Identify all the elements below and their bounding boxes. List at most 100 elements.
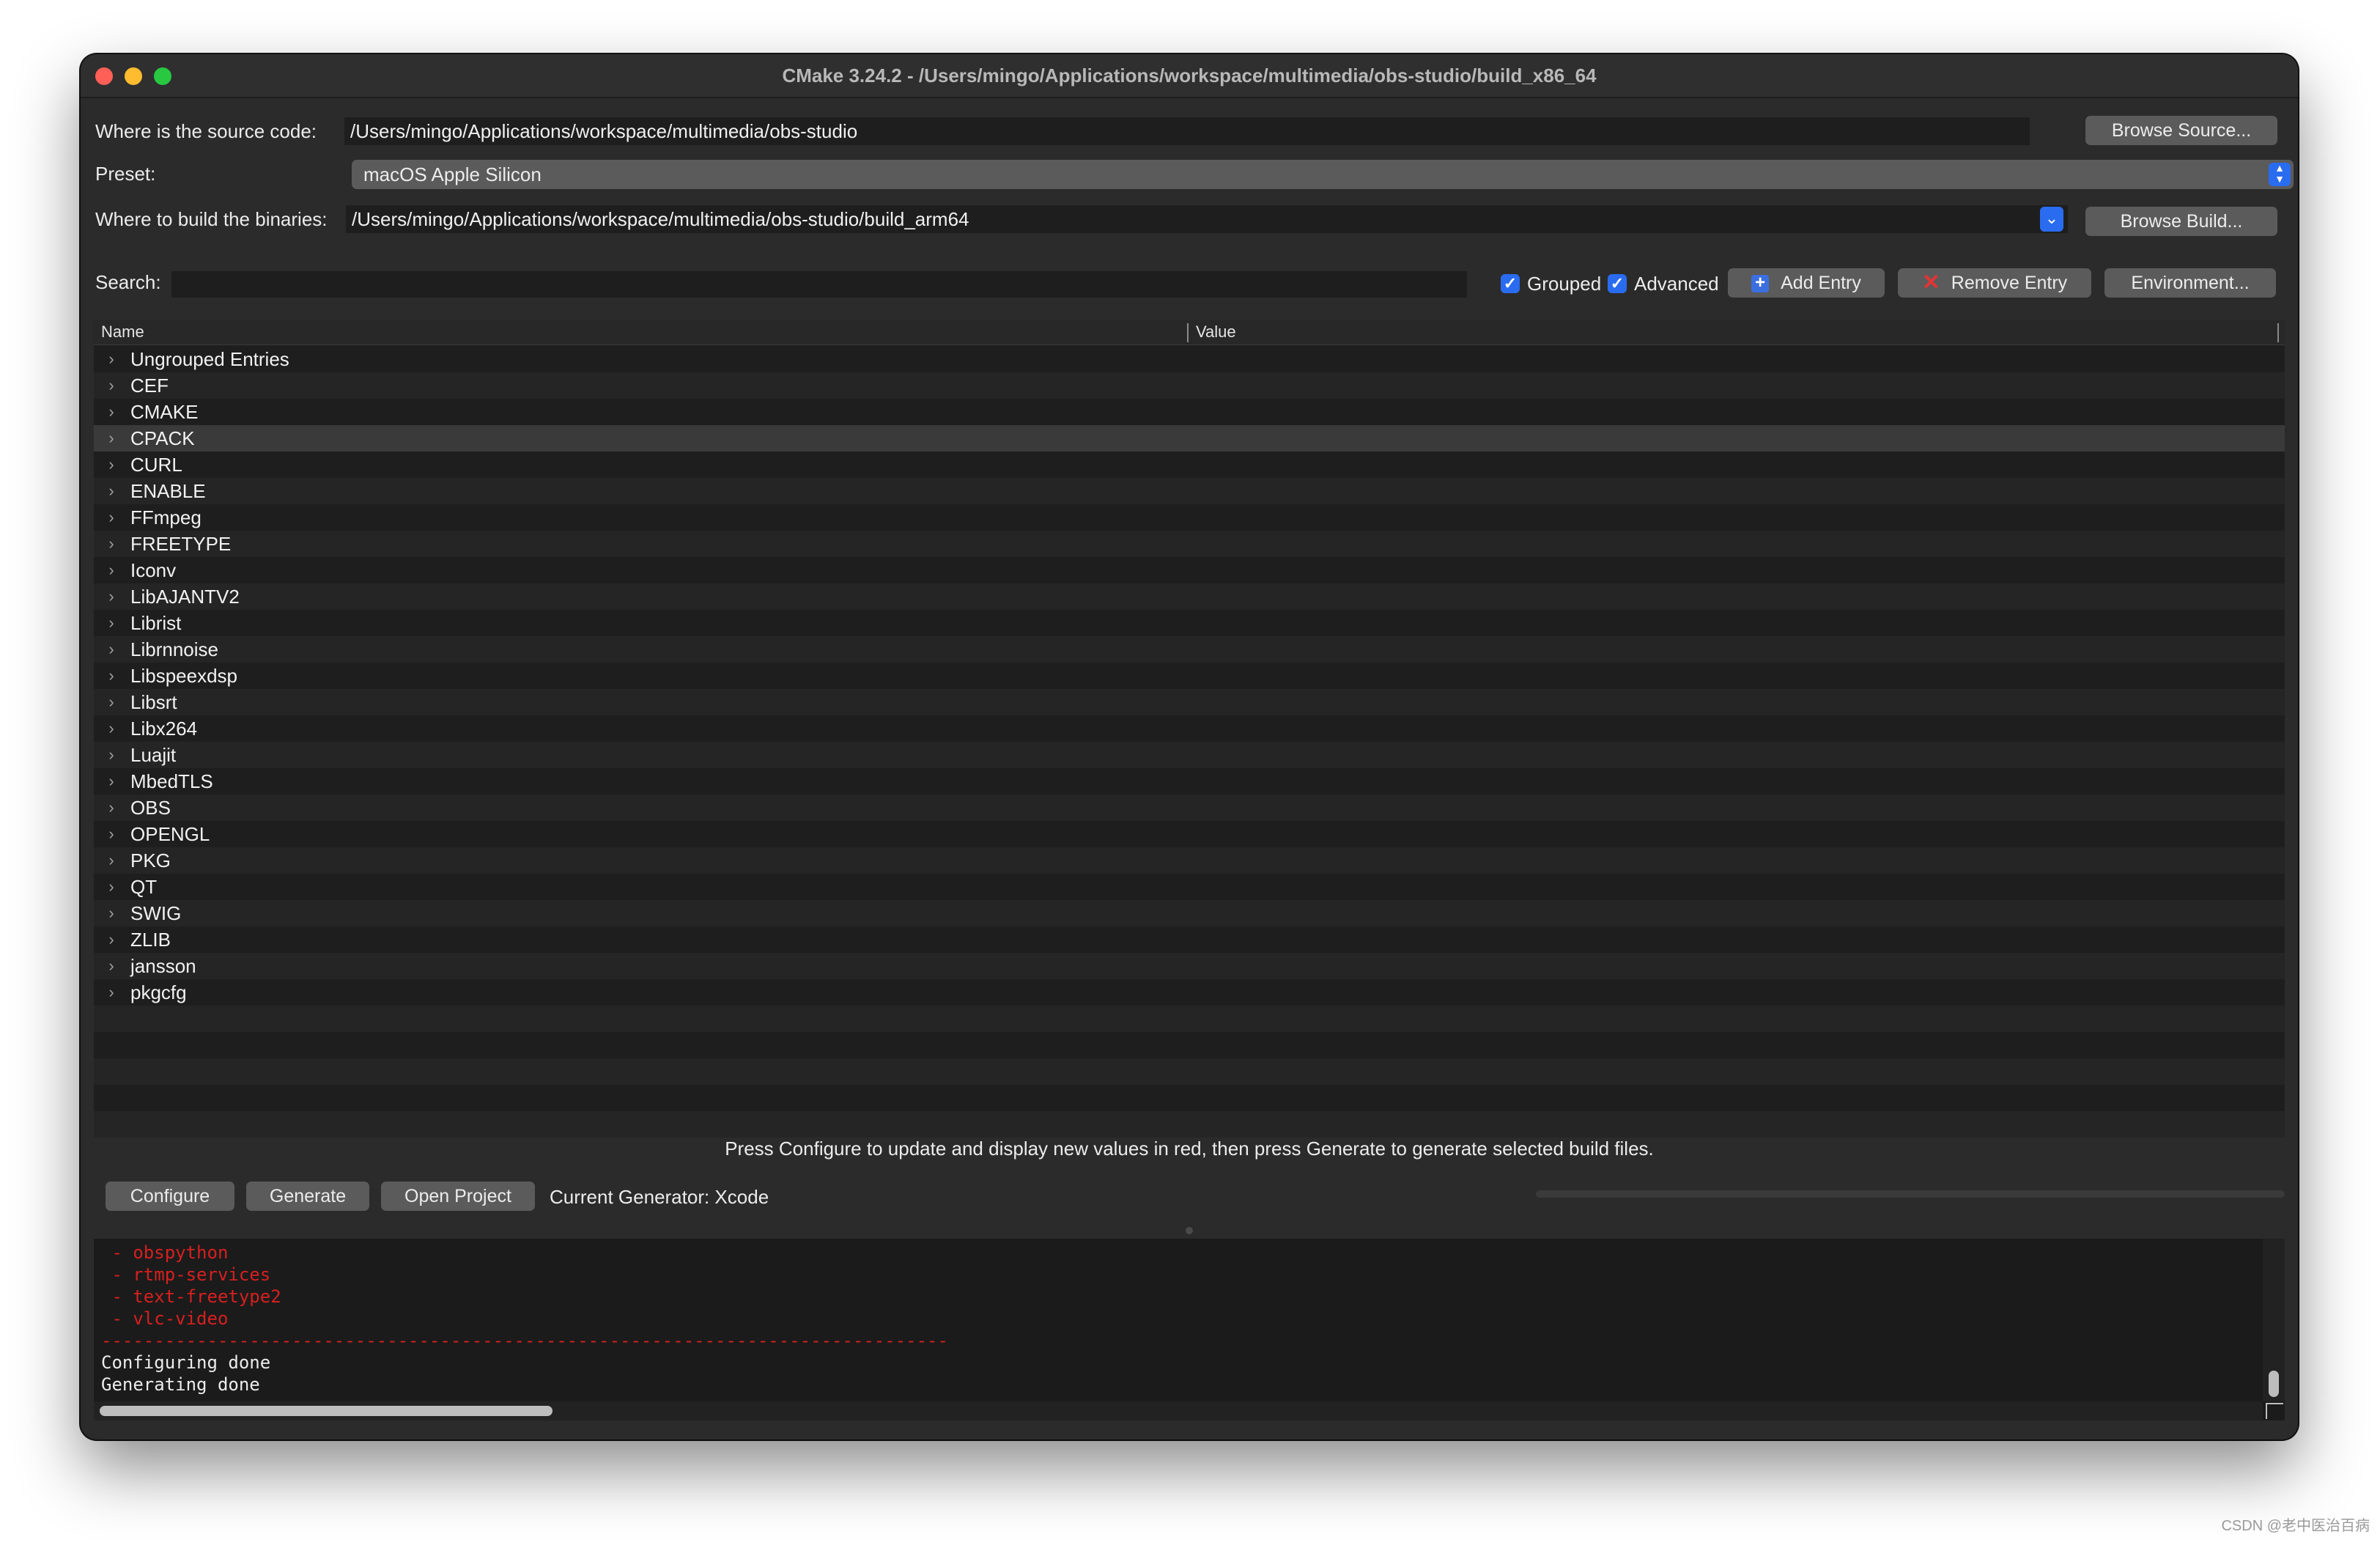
source-path-field[interactable]: /Users/mingo/Applications/workspace/mult… <box>344 117 2030 145</box>
build-path-combo[interactable]: /Users/mingo/Applications/workspace/mult… <box>346 205 2068 233</box>
group-name: CURL <box>130 454 182 476</box>
table-row[interactable]: › LibAJANTV2 <box>94 583 2285 610</box>
chevron-right-icon[interactable]: › <box>104 636 119 663</box>
chevron-right-icon[interactable]: › <box>104 715 119 742</box>
vertical-scroll-thumb[interactable] <box>2269 1371 2279 1397</box>
advanced-checkbox[interactable]: ✓ <box>1608 274 1627 293</box>
preset-value: macOS Apple Silicon <box>363 163 542 185</box>
empty-table-row <box>94 1111 2285 1138</box>
chevron-right-icon[interactable]: › <box>104 742 119 768</box>
environment-button[interactable]: Environment... <box>2104 268 2276 298</box>
table-row[interactable]: › CEF <box>94 372 2285 399</box>
output-console[interactable]: - obspython - rtmp-services - text-freet… <box>94 1239 2285 1420</box>
empty-table-row <box>94 1085 2285 1111</box>
console-line: ----------------------------------------… <box>101 1330 948 1351</box>
group-name: Libspeexdsp <box>130 665 237 687</box>
search-input[interactable] <box>171 271 1467 298</box>
browse-source-button[interactable]: Browse Source... <box>2085 116 2277 145</box>
console-line: - obspython <box>101 1242 229 1263</box>
browse-build-button[interactable]: Browse Build... <box>2085 207 2277 236</box>
splitter-handle[interactable] <box>1186 1227 1193 1234</box>
table-row[interactable]: › PKG <box>94 847 2285 874</box>
title-bar: CMake 3.24.2 - /Users/mingo/Applications… <box>81 54 2298 98</box>
chevron-down-icon[interactable]: ⌄ <box>2040 207 2063 232</box>
table-row[interactable]: › QT <box>94 874 2285 900</box>
table-row[interactable]: › MbedTLS <box>94 768 2285 795</box>
horizontal-scroll-thumb[interactable] <box>100 1406 552 1416</box>
preset-select[interactable]: macOS Apple Silicon ▲ ▼ <box>352 160 2294 189</box>
console-line: - text-freetype2 <box>101 1286 281 1307</box>
chevron-right-icon[interactable]: › <box>104 821 119 847</box>
console-line: - rtmp-services <box>101 1264 271 1285</box>
table-row[interactable]: › FFmpeg <box>94 504 2285 531</box>
column-separator[interactable] <box>2277 323 2279 342</box>
chevron-right-icon[interactable]: › <box>104 610 119 636</box>
column-separator[interactable] <box>1187 323 1189 342</box>
progress-bar <box>1536 1190 2285 1198</box>
grouped-checkbox[interactable]: ✓ <box>1501 274 1520 293</box>
resize-corner[interactable] <box>2266 1403 2283 1419</box>
chevron-right-icon[interactable]: › <box>104 926 119 953</box>
chevron-right-icon[interactable]: › <box>104 399 119 425</box>
chevron-right-icon[interactable]: › <box>104 795 119 821</box>
table-row[interactable]: › FREETYPE <box>94 531 2285 557</box>
horizontal-scrollbar[interactable] <box>94 1401 2263 1420</box>
table-row[interactable]: › Ungrouped Entries <box>94 346 2285 372</box>
table-row[interactable]: › pkgcfg <box>94 979 2285 1006</box>
chevron-right-icon[interactable]: › <box>104 557 119 583</box>
table-row[interactable]: › Libx264 <box>94 715 2285 742</box>
chevron-right-icon[interactable]: › <box>104 847 119 874</box>
chevron-right-icon[interactable]: › <box>104 425 119 452</box>
table-row[interactable]: › SWIG <box>94 900 2285 926</box>
group-name: ENABLE <box>130 480 206 502</box>
table-row[interactable]: › Libsrt <box>94 689 2285 715</box>
chevron-right-icon[interactable]: › <box>104 689 119 715</box>
chevron-right-icon[interactable]: › <box>104 531 119 557</box>
console-line: Configuring done <box>101 1352 271 1373</box>
chevron-right-icon[interactable]: › <box>104 478 119 504</box>
table-row[interactable]: › CURL <box>94 452 2285 478</box>
column-header-value[interactable]: Value <box>1196 320 1236 344</box>
group-name: Libx264 <box>130 718 198 740</box>
configure-button[interactable]: Configure <box>106 1182 234 1211</box>
table-row[interactable]: › Librnnoise <box>94 636 2285 663</box>
table-row[interactable]: › ZLIB <box>94 926 2285 953</box>
chevron-right-icon[interactable]: › <box>104 900 119 926</box>
chevron-right-icon[interactable]: › <box>104 953 119 979</box>
group-name: SWIG <box>130 902 182 924</box>
empty-table-row <box>94 1032 2285 1058</box>
chevron-right-icon[interactable]: › <box>104 874 119 900</box>
table-row[interactable]: › ENABLE <box>94 478 2285 504</box>
generate-button[interactable]: Generate <box>246 1182 369 1211</box>
advanced-label: Advanced <box>1634 273 1719 295</box>
chevron-right-icon[interactable]: › <box>104 372 119 399</box>
select-stepper-icon: ▲ ▼ <box>2269 163 2291 186</box>
chevron-right-icon[interactable]: › <box>104 583 119 610</box>
cache-table: Name Value › Ungrouped Entries › CEF › CMAKE ›… <box>94 320 2285 1138</box>
table-row[interactable]: › Libspeexdsp <box>94 663 2285 689</box>
remove-entry-button[interactable]: ✕ Remove Entry <box>1898 268 2091 298</box>
open-project-button[interactable]: Open Project <box>381 1182 535 1211</box>
watermark-text: CSDN @老中医治百病 <box>2221 1518 2370 1534</box>
table-row[interactable]: › Luajit <box>94 742 2285 768</box>
column-header-name[interactable]: Name <box>101 320 144 344</box>
group-name: CEF <box>130 375 169 397</box>
table-row[interactable]: › Iconv <box>94 557 2285 583</box>
table-row[interactable]: › CPACK <box>94 425 2285 452</box>
table-row[interactable]: › OBS <box>94 795 2285 821</box>
table-row[interactable]: › CMAKE <box>94 399 2285 425</box>
table-row[interactable]: › jansson <box>94 953 2285 979</box>
chevron-right-icon[interactable]: › <box>104 768 119 795</box>
chevron-right-icon[interactable]: › <box>104 346 119 372</box>
add-entry-button[interactable]: + Add Entry <box>1728 268 1885 298</box>
table-row[interactable]: › Librist <box>94 610 2285 636</box>
group-name: FREETYPE <box>130 533 232 555</box>
chevron-right-icon[interactable]: › <box>104 504 119 531</box>
grouped-label: Grouped <box>1527 273 1602 295</box>
group-name: Librnnoise <box>130 638 218 660</box>
vertical-scrollbar[interactable] <box>2263 1239 2285 1401</box>
chevron-right-icon[interactable]: › <box>104 452 119 478</box>
chevron-right-icon[interactable]: › <box>104 663 119 689</box>
table-row[interactable]: › OPENGL <box>94 821 2285 847</box>
chevron-right-icon[interactable]: › <box>104 979 119 1006</box>
